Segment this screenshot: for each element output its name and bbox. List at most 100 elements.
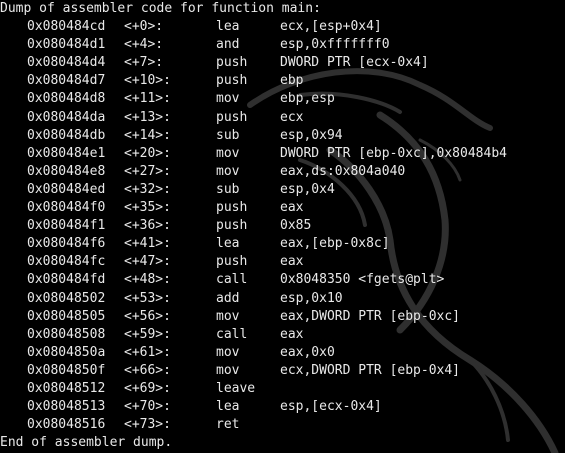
address-cell: 0x0804850f — [27, 362, 106, 378]
operands-cell: ecx,DWORD PTR [ebp-0x4] — [280, 362, 461, 378]
instruction-row: 0x08048512 <+69>: leave — [0, 380, 565, 398]
operands-cell: ecx — [280, 109, 304, 125]
address-cell: 0x080484d1 — [27, 37, 106, 53]
mnemonic-cell: call — [216, 272, 248, 288]
mnemonic-cell: push — [216, 55, 248, 71]
instruction-row: 0x08048505 <+56>: mov eax,DWORD PTR [ebp-0x… — [0, 308, 565, 326]
address-cell: 0x080484da — [27, 109, 106, 125]
operands-cell: eax — [280, 254, 304, 270]
operands-cell: esp,0xfffffff0 — [280, 37, 390, 53]
mnemonic-cell: add — [216, 290, 240, 306]
mnemonic-cell: sub — [216, 127, 240, 143]
offset-cell: <+14>: — [124, 127, 171, 143]
offset-cell: <+59>: — [124, 326, 171, 342]
operands-cell: DWORD PTR [ecx-0x4] — [280, 55, 429, 71]
operands-cell: esp,0x4 — [280, 181, 335, 197]
mnemonic-cell: lea — [216, 399, 240, 415]
address-cell: 0x080484f1 — [27, 218, 106, 234]
footer-line: End of assembler dump. — [0, 435, 173, 451]
offset-cell: <+56>: — [124, 308, 171, 324]
instruction-row: 0x0804850a <+61>: mov eax,0x0 — [0, 344, 565, 362]
operands-cell: ebp — [280, 73, 304, 89]
address-cell: 0x080484cd — [27, 19, 106, 35]
mnemonic-cell: mov — [216, 91, 240, 107]
offset-cell: <+47>: — [124, 254, 171, 270]
operands-cell: esp,0x10 — [280, 290, 343, 306]
address-cell: 0x080484d7 — [27, 73, 106, 89]
instruction-row: 0x080484fd <+48>: call 0x8048350 <fgets@plt… — [0, 271, 565, 289]
offset-cell: <+69>: — [124, 380, 171, 396]
instruction-row: 0x080484d4 <+7>: push DWORD PTR [ecx-0x4] — [0, 54, 565, 72]
instruction-row: 0x080484d7 <+10>: push ebp — [0, 72, 565, 90]
instruction-row: 0x08048508 <+59>: call eax — [0, 326, 565, 344]
mnemonic-cell: mov — [216, 362, 240, 378]
address-cell: 0x08048505 — [27, 308, 106, 324]
operands-cell: ecx,[esp+0x4] — [280, 19, 382, 35]
address-cell: 0x0804850a — [27, 344, 106, 360]
address-cell: 0x08048513 — [27, 399, 106, 415]
address-cell: 0x080484f0 — [27, 200, 106, 216]
instruction-row: 0x080484e8 <+27>: mov eax,ds:0x804a040 — [0, 163, 565, 181]
address-cell: 0x080484e8 — [27, 163, 106, 179]
instruction-row: 0x08048502 <+53>: add esp,0x10 — [0, 290, 565, 308]
mnemonic-cell: push — [216, 254, 248, 270]
operands-cell: eax,[ebp-0x8c] — [280, 236, 390, 252]
address-cell: 0x08048512 — [27, 380, 106, 396]
instruction-row: 0x080484f0 <+35>: push eax — [0, 199, 565, 217]
mnemonic-cell: push — [216, 73, 248, 89]
mnemonic-cell: ret — [216, 417, 240, 433]
offset-cell: <+27>: — [124, 163, 171, 179]
instruction-row: 0x08048516 <+73>: ret — [0, 416, 565, 434]
operands-cell: eax,ds:0x804a040 — [280, 163, 406, 179]
offset-cell: <+7>: — [124, 55, 164, 71]
instruction-row: 0x080484ed <+32>: sub esp,0x4 — [0, 181, 565, 199]
offset-cell: <+73>: — [124, 417, 171, 433]
address-cell: 0x08048502 — [27, 290, 106, 306]
instruction-row: 0x080484f6 <+41>: lea eax,[ebp-0x8c] — [0, 235, 565, 253]
mnemonic-cell: mov — [216, 308, 240, 324]
mnemonic-cell: lea — [216, 236, 240, 252]
address-cell: 0x080484e1 — [27, 145, 106, 161]
offset-cell: <+35>: — [124, 200, 171, 216]
offset-cell: <+4>: — [124, 37, 164, 53]
offset-cell: <+36>: — [124, 218, 171, 234]
operands-cell: DWORD PTR [ebp-0xc],0x80484b4 — [280, 145, 507, 161]
address-cell: 0x080484fc — [27, 254, 106, 270]
mnemonic-cell: push — [216, 200, 248, 216]
offset-cell: <+61>: — [124, 344, 171, 360]
mnemonic-cell: push — [216, 109, 248, 125]
instruction-row: 0x0804850f <+66>: mov ecx,DWORD PTR [ebp-0x… — [0, 362, 565, 380]
instruction-row: 0x080484d8 <+11>: mov ebp,esp — [0, 90, 565, 108]
instruction-row: 0x08048513 <+70>: lea esp,[ecx-0x4] — [0, 398, 565, 416]
address-cell: 0x080484db — [27, 127, 106, 143]
mnemonic-cell: lea — [216, 19, 240, 35]
header-line: Dump of assembler code for function main… — [0, 1, 321, 16]
instruction-row: 0x080484e1 <+20>: mov DWORD PTR [ebp-0xc],0… — [0, 145, 565, 163]
offset-cell: <+13>: — [124, 109, 171, 125]
operands-cell: eax,0x0 — [280, 344, 335, 360]
mnemonic-cell: mov — [216, 163, 240, 179]
mnemonic-cell: sub — [216, 181, 240, 197]
instruction-row: 0x080484d1 <+4>: and esp,0xfffffff0 — [0, 36, 565, 54]
operands-cell: 0x8048350 <fgets@plt> — [280, 272, 445, 288]
instruction-row: 0x080484f1 <+36>: push 0x85 — [0, 217, 565, 235]
mnemonic-cell: call — [216, 326, 248, 342]
offset-cell: <+32>: — [124, 181, 171, 197]
mnemonic-cell: leave — [216, 380, 256, 396]
address-cell: 0x080484f6 — [27, 236, 106, 252]
instruction-row: 0x080484db <+14>: sub esp,0x94 — [0, 127, 565, 145]
offset-cell: <+20>: — [124, 145, 171, 161]
operands-cell: 0x85 — [280, 218, 312, 234]
address-cell: 0x080484fd — [27, 272, 106, 288]
mnemonic-cell: mov — [216, 344, 240, 360]
mnemonic-cell: push — [216, 218, 248, 234]
offset-cell: <+41>: — [124, 236, 171, 252]
operands-cell: esp,0x94 — [280, 127, 343, 143]
address-cell: 0x08048508 — [27, 326, 106, 342]
operands-cell: esp,[ecx-0x4] — [280, 399, 382, 415]
address-cell: 0x080484ed — [27, 181, 106, 197]
operands-cell: eax — [280, 200, 304, 216]
mnemonic-cell: mov — [216, 145, 240, 161]
terminal-window[interactable]: Dump of assembler code for function main… — [0, 0, 565, 453]
operands-cell: ebp,esp — [280, 91, 335, 107]
